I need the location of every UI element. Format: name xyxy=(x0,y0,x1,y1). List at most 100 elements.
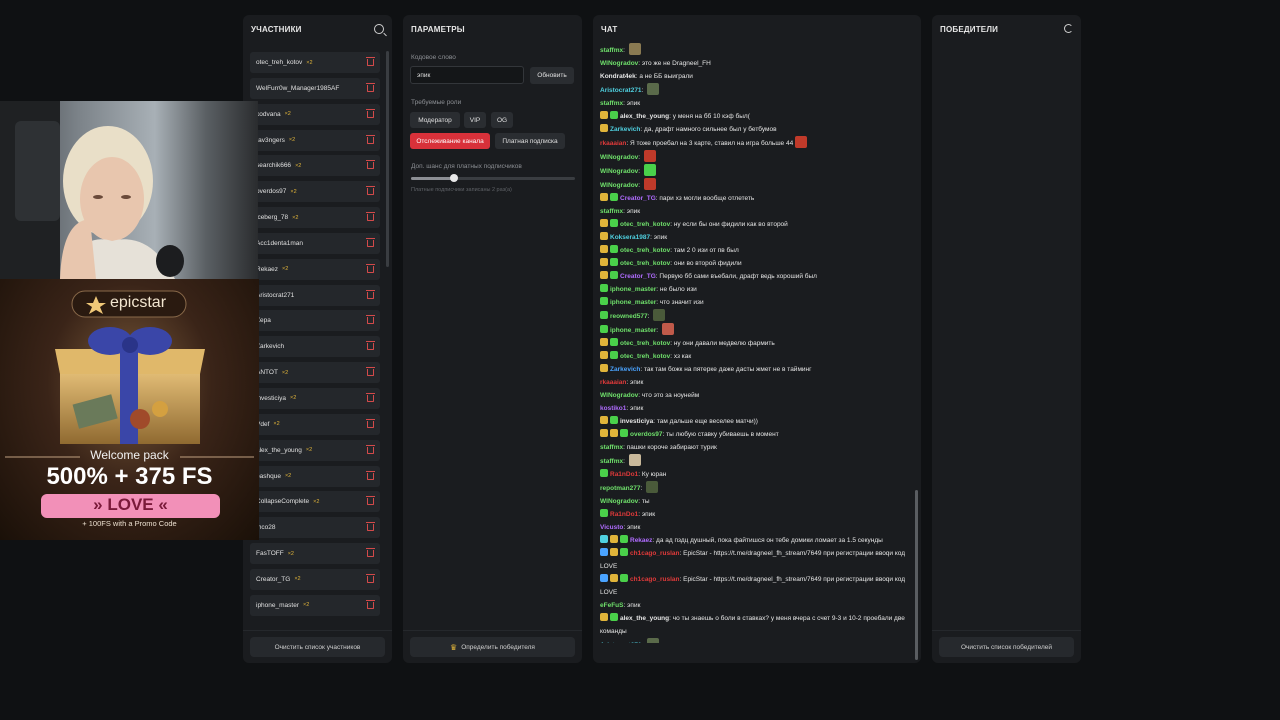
trash-icon[interactable] xyxy=(366,57,375,66)
participant-row[interactable]: Acc1denta1man xyxy=(250,232,380,254)
chat-nick[interactable]: reowned577 xyxy=(610,313,648,320)
trash-icon[interactable] xyxy=(366,444,375,454)
chat-nick[interactable]: Ra1nDo1 xyxy=(610,511,638,518)
chat-nick[interactable]: iphone_master xyxy=(610,286,656,293)
chat-nick[interactable]: rkaaaian xyxy=(600,379,626,386)
trash-icon[interactable] xyxy=(366,367,375,377)
chat-nick[interactable]: Zarkevich xyxy=(610,366,640,373)
chat-nick[interactable]: iphone_master xyxy=(610,327,656,334)
determine-winner-button[interactable]: ♛ Определить победителя xyxy=(410,637,575,657)
participant-row[interactable]: alex_the_young ×2 xyxy=(250,439,380,461)
participant-row[interactable]: rav3ngers ×2 xyxy=(250,129,380,151)
chat-nick[interactable]: Ra1nDo1 xyxy=(610,471,638,478)
refresh-icon[interactable] xyxy=(1064,24,1073,33)
search-icon[interactable] xyxy=(374,24,384,34)
participant-row[interactable]: Zepa xyxy=(250,310,380,332)
chat-nick[interactable]: staffmx xyxy=(600,47,623,54)
chat-nick[interactable]: otec_treh_kotov xyxy=(620,353,670,360)
trash-icon[interactable] xyxy=(366,212,375,222)
chat-nick[interactable]: Creator_TG xyxy=(620,273,656,280)
chat-nick[interactable]: eFeFuS xyxy=(600,602,623,609)
participant-row[interactable]: otec_treh_kotov ×2 xyxy=(250,52,380,73)
chat-nick[interactable]: kostiko1 xyxy=(600,405,626,412)
trash-icon[interactable] xyxy=(366,134,375,144)
chat-nick[interactable]: Aristocrat271 xyxy=(600,87,642,94)
chat-nick[interactable]: Zarkevich xyxy=(610,126,640,133)
chance-slider[interactable] xyxy=(411,174,575,182)
participant-row[interactable]: bashque ×2 xyxy=(250,465,380,487)
participants-scrollbar[interactable] xyxy=(386,51,389,267)
paid-sub-chip[interactable]: Платная подписка xyxy=(495,133,565,149)
trash-icon[interactable] xyxy=(366,289,375,299)
trash-icon[interactable] xyxy=(366,82,375,92)
chat-nick[interactable]: investiciya xyxy=(620,418,653,425)
trash-icon[interactable] xyxy=(366,108,375,118)
participant-row[interactable]: WelFurr0w_Manager1985AF xyxy=(250,77,380,99)
chat-nick[interactable]: ch1cago_ruslan xyxy=(630,576,680,583)
trash-icon[interactable] xyxy=(366,237,375,247)
participant-row[interactable]: FasTOFF ×2 xyxy=(250,543,380,565)
update-button[interactable]: Обновить xyxy=(530,67,574,84)
chance-slider-thumb[interactable] xyxy=(449,174,458,182)
role-og-chip[interactable]: OG xyxy=(491,112,513,128)
participant-row[interactable]: overdos97 ×2 xyxy=(250,181,380,203)
trash-icon[interactable] xyxy=(366,599,375,609)
trash-icon[interactable] xyxy=(366,522,375,532)
chat-nick[interactable]: Kondrat4ek xyxy=(600,73,636,80)
chat-nick[interactable]: otec_treh_kotov xyxy=(620,260,670,267)
epicstar-ad[interactable]: epicstar Welcome pack 500% + 375 FS » LO… xyxy=(0,279,259,540)
chat-nick[interactable]: staffmx xyxy=(600,208,623,215)
chat-nick[interactable]: rkaaaian xyxy=(600,140,626,147)
participant-row[interactable]: Vdef ×2 xyxy=(250,413,380,435)
participant-row[interactable]: ANTOT ×2 xyxy=(250,362,380,384)
trash-icon[interactable] xyxy=(366,160,375,170)
chat-nick[interactable]: iphone_master xyxy=(610,299,656,306)
chat-nick[interactable]: WINogradov xyxy=(600,60,638,67)
participant-row[interactable]: Zarkevich xyxy=(250,336,380,358)
trash-icon[interactable] xyxy=(366,418,375,428)
participant-row[interactable]: iphone_master ×2 xyxy=(250,594,380,616)
chat-nick[interactable]: staffmx xyxy=(600,444,623,451)
chat-nick[interactable]: ch1cago_ruslan xyxy=(630,550,680,557)
trash-icon[interactable] xyxy=(366,392,375,402)
participant-row[interactable]: Creator_TG ×2 xyxy=(250,568,380,590)
chat-nick[interactable]: WINogradov xyxy=(600,392,638,399)
trash-icon[interactable] xyxy=(366,496,375,506)
chat-nick[interactable]: Creator_TG xyxy=(620,195,656,202)
participant-row[interactable]: Rekaez ×2 xyxy=(250,258,380,280)
channel-tracking-chip[interactable]: Отслеживание канала xyxy=(410,133,490,149)
chat-nick[interactable]: Vicusto xyxy=(600,524,623,531)
chat-nick[interactable]: WINogradov xyxy=(600,498,638,505)
chat-nick[interactable]: Koksera1987 xyxy=(610,234,650,241)
participant-row[interactable]: mco28 xyxy=(250,517,380,539)
chat-nick[interactable]: alex_the_young xyxy=(620,113,669,120)
participant-row[interactable]: CollapseComplete ×2 xyxy=(250,491,380,513)
chat-nick[interactable]: overdos97 xyxy=(630,431,663,438)
chat-nick[interactable]: Rekaez xyxy=(630,537,652,544)
participant-row[interactable]: searchik666 ×2 xyxy=(250,155,380,177)
chat-nick[interactable]: otec_treh_kotov xyxy=(620,340,670,347)
chat-nick[interactable]: repotman277 xyxy=(600,485,640,492)
trash-icon[interactable] xyxy=(366,548,375,558)
role-vip-chip[interactable]: VIP xyxy=(464,112,486,128)
participant-row[interactable]: investiciya ×2 xyxy=(250,387,380,409)
chat-nick[interactable]: alex_the_young xyxy=(620,615,669,622)
chat-nick[interactable]: staffmx xyxy=(600,458,623,465)
trash-icon[interactable] xyxy=(366,470,375,480)
trash-icon[interactable] xyxy=(366,263,375,273)
trash-icon[interactable] xyxy=(366,341,375,351)
chat-nick[interactable]: staffmx xyxy=(600,100,623,107)
chat-nick[interactable]: WINogradov xyxy=(600,168,638,175)
chat-scrollbar[interactable] xyxy=(915,490,918,660)
participant-row[interactable]: iceberg_78 ×2 xyxy=(250,207,380,229)
trash-icon[interactable] xyxy=(366,186,375,196)
code-word-input[interactable]: эпик xyxy=(410,66,524,84)
clear-winners-button[interactable]: Очистить список победителей xyxy=(939,637,1074,657)
trash-icon[interactable] xyxy=(366,573,375,583)
clear-participants-button[interactable]: Очистить список участников xyxy=(250,637,385,657)
chat-nick[interactable]: otec_treh_kotov xyxy=(620,221,670,228)
chat-nick[interactable]: WINogradov xyxy=(600,182,638,189)
chat-nick[interactable]: WINogradov xyxy=(600,154,638,161)
participant-row[interactable]: Aristocrat271 xyxy=(250,284,380,306)
role-moderator-chip[interactable]: Модератор xyxy=(410,112,460,128)
